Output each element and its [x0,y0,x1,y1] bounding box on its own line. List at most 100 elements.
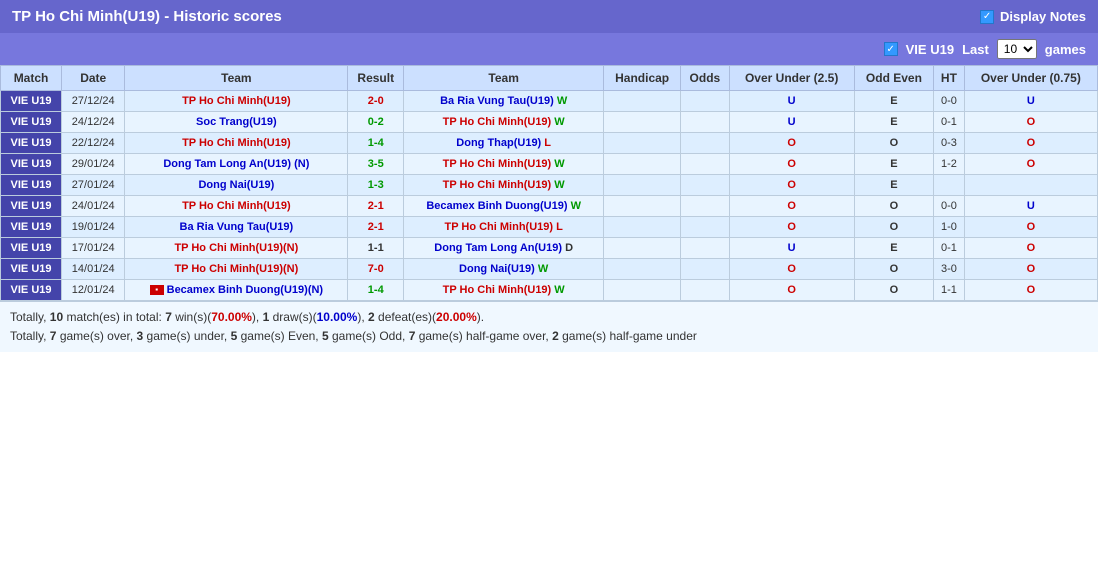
ht-over-under-cell: U [964,91,1097,112]
date-cell: 12/01/24 [62,280,125,301]
table-row: VIE U1924/01/24TP Ho Chi Minh(U19)2-1Bec… [1,196,1098,217]
summary-bar: Totally, 10 match(es) in total: 7 win(s)… [0,301,1098,352]
table-row: VIE U1929/01/24Dong Tam Long An(U19) (N)… [1,154,1098,175]
table-header-row: Match Date Team Result Team Handicap Odd… [1,66,1098,91]
date-cell: 29/01/24 [62,154,125,175]
table-row: VIE U1927/12/24TP Ho Chi Minh(U19)2-0Ba … [1,91,1098,112]
table-row: VIE U1912/01/24▪Becamex Binh Duong(U19)(… [1,280,1098,301]
team2-cell: TP Ho Chi Minh(U19) W [404,175,604,196]
filter-checkbox[interactable]: ✓ [884,42,898,56]
summary-line1: Totally, 10 match(es) in total: 7 win(s)… [10,308,1088,327]
display-notes-label: Display Notes [1000,9,1086,24]
ht-over-under-cell: U [964,196,1097,217]
team2-cell: TP Ho Chi Minh(U19) W [404,154,604,175]
table-row: VIE U1917/01/24TP Ho Chi Minh(U19)(N)1-1… [1,238,1098,259]
odds-cell [681,175,729,196]
match-cell: VIE U19 [1,238,62,259]
match-cell: VIE U19 [1,91,62,112]
ht-cell: 0-1 [934,112,965,133]
team1-cell: TP Ho Chi Minh(U19) [125,91,348,112]
match-cell: VIE U19 [1,154,62,175]
display-notes-checkbox[interactable]: ✓ [980,10,994,24]
team2-cell: TP Ho Chi Minh(U19) L [404,217,604,238]
date-cell: 27/12/24 [62,91,125,112]
team2-cell: TP Ho Chi Minh(U19) W [404,280,604,301]
match-cell: VIE U19 [1,112,62,133]
team1-cell: Dong Nai(U19) [125,175,348,196]
handicap-cell [604,196,681,217]
odds-cell [681,217,729,238]
odd-even-cell: E [854,175,933,196]
team1-cell: Soc Trang(U19) [125,112,348,133]
odd-even-cell: O [854,217,933,238]
header: TP Ho Chi Minh(U19) - Historic scores ✓ … [0,0,1098,33]
filter-bar: ✓ VIE U19 Last 5 10 15 20 All games [0,33,1098,65]
ht-over-under-cell [964,175,1097,196]
handicap-cell [604,112,681,133]
over-under-cell: O [729,175,854,196]
ht-over-under-cell: O [964,217,1097,238]
team1-cell: TP Ho Chi Minh(U19) [125,196,348,217]
col-team1: Team [125,66,348,91]
games-label: games [1045,42,1086,57]
team1-cell: ▪Becamex Binh Duong(U19)(N) [125,280,348,301]
over-under-cell: O [729,133,854,154]
ht-cell: 1-2 [934,154,965,175]
result-cell: 3-5 [348,154,404,175]
match-cell: VIE U19 [1,217,62,238]
team1-cell: TP Ho Chi Minh(U19)(N) [125,238,348,259]
col-handicap: Handicap [604,66,681,91]
odds-cell [681,133,729,154]
table-row: VIE U1924/12/24Soc Trang(U19)0-2TP Ho Ch… [1,112,1098,133]
odd-even-cell: E [854,238,933,259]
handicap-cell [604,133,681,154]
date-cell: 14/01/24 [62,259,125,280]
handicap-cell [604,280,681,301]
team2-cell: Dong Tam Long An(U19) D [404,238,604,259]
col-result: Result [348,66,404,91]
match-cell: VIE U19 [1,175,62,196]
odds-cell [681,196,729,217]
ht-cell: 0-1 [934,238,965,259]
team2-cell: TP Ho Chi Minh(U19) W [404,112,604,133]
result-cell: 2-1 [348,196,404,217]
date-cell: 27/01/24 [62,175,125,196]
match-cell: VIE U19 [1,196,62,217]
ht-over-under-cell: O [964,238,1097,259]
odds-cell [681,154,729,175]
odd-even-cell: E [854,112,933,133]
ht-over-under-cell: O [964,112,1097,133]
date-cell: 19/01/24 [62,217,125,238]
ht-over-under-cell: O [964,280,1097,301]
games-select[interactable]: 5 10 15 20 All [997,39,1037,59]
col-over-under-2-5: Over Under (2.5) [729,66,854,91]
table-row: VIE U1922/12/24TP Ho Chi Minh(U19)1-4Don… [1,133,1098,154]
odd-even-cell: O [854,133,933,154]
over-under-cell: U [729,112,854,133]
ht-cell: 0-3 [934,133,965,154]
result-cell: 1-4 [348,280,404,301]
handicap-cell [604,175,681,196]
col-ht: HT [934,66,965,91]
odds-cell [681,112,729,133]
summary-line2: Totally, 7 game(s) over, 3 game(s) under… [10,327,1088,346]
result-cell: 1-4 [348,133,404,154]
odds-cell [681,259,729,280]
ht-over-under-cell: O [964,133,1097,154]
result-cell: 0-2 [348,112,404,133]
over-under-cell: O [729,259,854,280]
table-row: VIE U1919/01/24Ba Ria Vung Tau(U19)2-1TP… [1,217,1098,238]
ht-cell [934,175,965,196]
date-cell: 22/12/24 [62,133,125,154]
team2-cell: Becamex Binh Duong(U19) W [404,196,604,217]
odds-cell [681,238,729,259]
result-cell: 2-1 [348,217,404,238]
ht-cell: 0-0 [934,196,965,217]
over-under-cell: O [729,280,854,301]
over-under-cell: O [729,154,854,175]
result-cell: 7-0 [348,259,404,280]
odd-even-cell: E [854,154,933,175]
over-under-cell: U [729,238,854,259]
odds-cell [681,91,729,112]
col-team2: Team [404,66,604,91]
